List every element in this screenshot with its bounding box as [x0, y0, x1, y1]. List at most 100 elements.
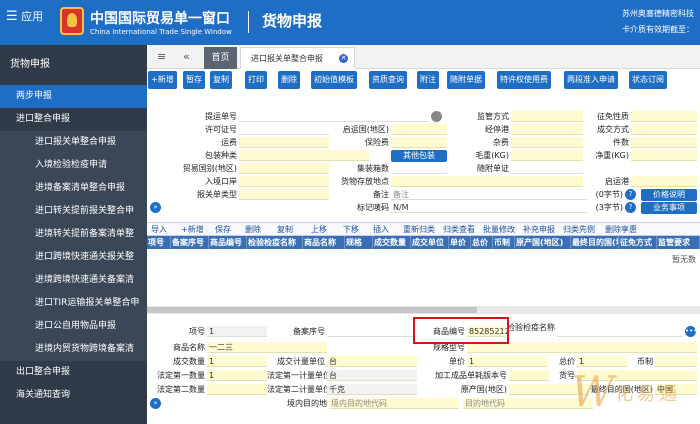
import-button[interactable]: 导入 — [151, 224, 167, 235]
help-icon[interactable]: ? — [625, 202, 636, 213]
copy-button[interactable]: 复制 — [210, 71, 232, 89]
sidebar-item[interactable]: 入境检验检疫申请 — [0, 154, 147, 177]
col-inspection-name[interactable]: 检验检疫名称 — [247, 236, 303, 249]
insurance-input[interactable] — [391, 137, 447, 148]
supplement-button[interactable]: 补充申报 — [523, 224, 555, 235]
exemption-nature-input[interactable] — [631, 111, 697, 122]
gross-weight-input[interactable] — [511, 150, 583, 161]
info-icon[interactable]: ? — [625, 189, 636, 200]
sidebar-item[interactable]: 进境内贸货物跨境备案清 — [0, 338, 147, 361]
insert-button[interactable]: 插入 — [373, 224, 389, 235]
remarks-input[interactable]: 备注 — [391, 189, 587, 200]
col-exemption-method[interactable]: 征免方式 — [619, 236, 657, 249]
col-goods-code[interactable]: 商品编号 — [209, 236, 247, 249]
legal-qty-2-input[interactable] — [207, 384, 267, 395]
other-package-button[interactable]: 其他包装 — [391, 150, 447, 162]
attached-docs-button[interactable]: 随附单据 — [447, 71, 485, 89]
move-up-button[interactable]: 上移 — [311, 224, 327, 235]
bill-lookup-icon[interactable] — [431, 111, 442, 122]
grid-save-button[interactable]: 保存 — [215, 224, 231, 235]
list-icon[interactable]: ≡ — [157, 50, 166, 63]
close-icon[interactable]: ✕ — [339, 54, 348, 63]
col-total-price[interactable]: 总价 — [471, 236, 493, 249]
tab-home[interactable]: 首页 — [204, 47, 237, 69]
save-draft-button[interactable]: 暂存 — [183, 71, 205, 89]
delete-benefit-button[interactable]: 删除享惠 — [605, 224, 637, 235]
departure-country-input[interactable] — [391, 124, 447, 135]
col-supervision-req[interactable]: 监管要求 — [657, 236, 700, 249]
supervision-mode-input[interactable] — [511, 111, 583, 122]
two-stage-button[interactable]: 两段准入申请 — [564, 71, 618, 89]
print-button[interactable]: 打印 — [245, 71, 267, 89]
marks-input[interactable]: N/M — [391, 202, 587, 213]
classify-precedent-button[interactable]: 归类先例 — [563, 224, 595, 235]
net-weight-input[interactable] — [631, 150, 697, 161]
processing-version-input[interactable] — [509, 370, 549, 381]
trade-country-input[interactable] — [239, 163, 329, 174]
sidebar-item[interactable]: 进口公自用物品申报 — [0, 315, 147, 338]
col-origin-country[interactable]: 原产国(地区) — [515, 236, 571, 249]
container-count-input[interactable] — [391, 163, 447, 174]
inspection-name-input[interactable] — [557, 326, 682, 337]
license-no-input[interactable] — [239, 124, 329, 135]
reclassify-button[interactable]: 重新归类 — [403, 224, 435, 235]
grid-copy-button[interactable]: 复制 — [277, 224, 293, 235]
col-goods-name[interactable]: 商品名称 — [303, 236, 345, 249]
sidebar-item-customs-notice[interactable]: 海关通知查询 — [0, 384, 147, 407]
price-note-button[interactable]: 价格说明 — [641, 189, 697, 201]
col-deal-unit[interactable]: 成交单位 — [411, 236, 449, 249]
add-button[interactable]: +新增 — [148, 71, 177, 89]
sidebar-item[interactable]: 进口跨境快速通关报关整 — [0, 246, 147, 269]
declaration-type-input[interactable] — [239, 189, 329, 200]
departure-port-input[interactable] — [631, 176, 697, 187]
expand-icon[interactable]: » — [150, 398, 161, 409]
royalty-button[interactable]: 特许权使用费 — [497, 71, 551, 89]
unit-price-input[interactable]: 1 — [467, 356, 547, 367]
classify-view-button[interactable]: 归类查看 — [443, 224, 475, 235]
qualification-query-button[interactable]: 资质查询 — [369, 71, 407, 89]
expand-icon[interactable]: » — [150, 202, 161, 213]
grid-delete-button[interactable]: 删除 — [245, 224, 261, 235]
business-items-button[interactable]: 业务事项 — [641, 202, 697, 214]
sidebar-item[interactable]: 进境跨境快速通关备案清 — [0, 269, 147, 292]
package-type-input[interactable] — [239, 150, 369, 161]
sidebar-title[interactable]: 货物申报 — [0, 45, 147, 85]
col-spec[interactable]: 规格 — [345, 236, 373, 249]
deal-method-input[interactable] — [631, 124, 697, 135]
deal-unit-input[interactable]: 台 — [327, 356, 417, 367]
domestic-destination-input[interactable]: 境内目的地代码 — [329, 398, 459, 409]
misc-fee-input[interactable] — [511, 137, 583, 148]
app-menu[interactable]: ☰ 应用 — [6, 8, 43, 24]
sidebar-item-export-group[interactable]: 出口整合申报 — [0, 361, 147, 384]
sidebar-item-two-step[interactable]: 两步申报 — [0, 85, 147, 108]
move-down-button[interactable]: 下移 — [343, 224, 359, 235]
batch-edit-button[interactable]: 批量修改 — [483, 224, 515, 235]
sidebar-item[interactable]: 进口转关提前报关整合申 — [0, 200, 147, 223]
hamburger-icon[interactable]: ☰ — [6, 9, 18, 24]
attached-docs-input[interactable] — [511, 163, 583, 174]
col-final-destination[interactable]: 最终目的国(地区) — [571, 236, 619, 249]
goods-name-input[interactable]: 一二三 — [207, 342, 327, 353]
note-button[interactable]: 附注 — [417, 71, 439, 89]
legal-qty-1-input[interactable]: 1 — [207, 370, 267, 381]
company-name[interactable]: 苏州奥塞德精密科技 — [622, 8, 694, 19]
scrollbar-thumb[interactable] — [147, 307, 477, 313]
delete-button[interactable]: 删除 — [278, 71, 300, 89]
col-currency[interactable]: 币制 — [493, 236, 515, 249]
col-record-no[interactable]: 备案序号 — [171, 236, 209, 249]
entry-port-input[interactable] — [239, 176, 329, 187]
deal-qty-input[interactable]: 1 — [207, 356, 267, 367]
bill-no-input[interactable] — [239, 111, 429, 122]
sidebar-item-import-group[interactable]: 进口整合申报 — [0, 108, 147, 131]
col-deal-qty[interactable]: 成交数量 — [373, 236, 411, 249]
sidebar-item[interactable]: 进口报关单整合申报 — [0, 131, 147, 154]
grid-add-button[interactable]: +新增 — [181, 224, 204, 235]
tab-import-declaration[interactable]: 进口报关单整合申报 ✕ — [240, 47, 355, 69]
sidebar-item[interactable]: 进境备案清单整合申报 — [0, 177, 147, 200]
freight-input[interactable] — [239, 137, 329, 148]
col-unit-price[interactable]: 单价 — [449, 236, 471, 249]
pieces-input[interactable] — [631, 137, 697, 148]
template-button[interactable]: 初始值模板 — [311, 71, 357, 89]
stop-port-input[interactable] — [511, 124, 583, 135]
sidebar-item[interactable]: 进口TIR运输报关单整合申 — [0, 292, 147, 315]
